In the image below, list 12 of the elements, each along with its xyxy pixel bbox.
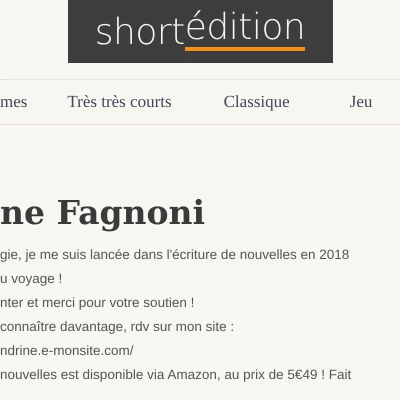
bio-text: u voyage ! bbox=[0, 270, 64, 288]
bio-text: gie, je me suis lancée dans l'écriture de nouvelles en 2018 bbox=[0, 246, 350, 264]
nav-link[interactable]: mes bbox=[0, 92, 28, 112]
logo[interactable]: shortédition bbox=[68, 0, 332, 63]
bio-text: ndrine.e-monsite.com/ bbox=[0, 342, 135, 360]
bio-text: connaître davantage, rdv sur mon site : bbox=[0, 318, 236, 336]
author-name: ne Fagnoni bbox=[0, 193, 206, 233]
bio-text: nouvelles est disponible via Amazon, au prix de 5€49 ! Fait bbox=[0, 366, 352, 384]
bio-text: nter et merci pour votre soutien ! bbox=[0, 294, 196, 312]
nav-link[interactable]: Très très courts bbox=[67, 92, 172, 112]
nav-link[interactable]: Jeu bbox=[350, 92, 372, 112]
nav-link[interactable]: Classique bbox=[224, 92, 290, 112]
